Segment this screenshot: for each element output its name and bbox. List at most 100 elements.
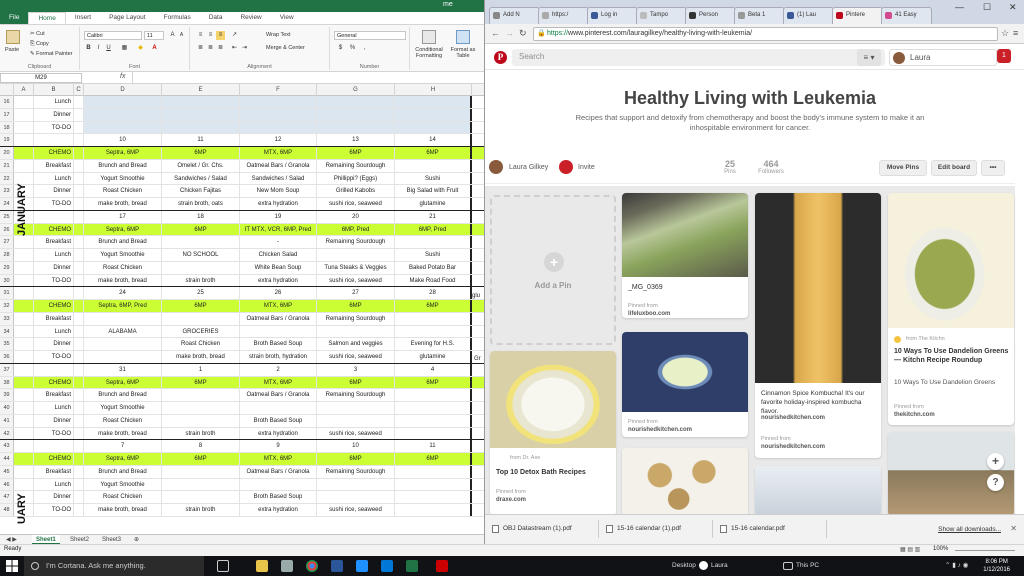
cell[interactable] — [74, 491, 84, 503]
browser-tab[interactable]: Log in — [587, 7, 638, 24]
cell[interactable]: 21 — [395, 210, 472, 223]
cell[interactable]: 6MP, Pred — [317, 223, 395, 236]
cell[interactable]: CHEMO — [34, 223, 74, 236]
cell[interactable]: sushi rice, seaweed — [317, 427, 395, 440]
cell[interactable]: sushi rice, seaweed — [317, 274, 395, 287]
invite-button[interactable]: Invite — [578, 164, 595, 171]
cell[interactable]: make broth, bread — [84, 198, 162, 210]
star-icon[interactable]: ☆ — [1001, 28, 1009, 39]
cell[interactable]: Chicken Salad — [240, 249, 317, 261]
orientation-icon[interactable]: ↗ — [230, 31, 239, 40]
cell[interactable] — [395, 312, 472, 325]
windows-start-icon[interactable] — [6, 560, 18, 572]
cell[interactable]: Dinner — [34, 491, 74, 503]
cell[interactable] — [14, 261, 34, 274]
cell[interactable]: 11 — [162, 134, 240, 146]
browser-tab[interactable]: Beta 1 — [734, 7, 785, 24]
owner-avatar[interactable] — [489, 160, 503, 174]
cell[interactable]: 10 — [317, 440, 395, 452]
cell[interactable]: 3 — [317, 363, 395, 376]
back-icon[interactable]: ← — [491, 28, 500, 38]
notification-badge[interactable]: 1 — [997, 49, 1011, 63]
cell[interactable]: 6MP, Pred — [395, 223, 472, 236]
word-icon[interactable] — [331, 560, 343, 572]
cell[interactable]: Sushi — [395, 172, 472, 185]
pin-card[interactable]: Pinned from nourishedkitchen.com — [622, 332, 748, 437]
row-number[interactable]: 35 — [0, 338, 14, 350]
cell[interactable] — [162, 96, 240, 108]
add-pin-card[interactable]: + Add a Pin — [490, 195, 616, 345]
cell[interactable] — [395, 491, 472, 503]
row-number[interactable]: 21 — [0, 159, 14, 172]
cell[interactable] — [74, 172, 84, 185]
cell[interactable]: Lunch — [34, 249, 74, 261]
cell[interactable]: 17 — [84, 210, 162, 223]
browser-tab[interactable]: Add N — [489, 7, 540, 24]
cell[interactable] — [395, 504, 472, 516]
row-number[interactable]: 42 — [0, 427, 14, 440]
cell[interactable] — [74, 414, 84, 427]
wrap-text-button[interactable]: Wrap Text — [266, 32, 291, 38]
cell[interactable]: 18 — [162, 210, 240, 223]
cell[interactable]: Oatmeal Bars / Granola — [240, 159, 317, 172]
cell[interactable] — [395, 389, 472, 401]
cell[interactable]: 9 — [240, 440, 317, 452]
cell[interactable] — [317, 491, 395, 503]
menu-button[interactable]: ≡ ▾ — [857, 49, 881, 66]
pin-card[interactable]: _MG_0369 Pinned from lifeluxboo.com — [622, 193, 748, 318]
cell[interactable]: 6MP — [162, 453, 240, 465]
cell[interactable]: 27 — [317, 287, 395, 299]
cell[interactable] — [34, 287, 74, 299]
cell[interactable]: MTX, 6MP — [240, 376, 317, 389]
system-tray-icons[interactable]: ⌃ ▮ ♪ ◉ — [945, 556, 968, 576]
pin-source[interactable]: thekitchn.com — [894, 412, 1010, 418]
store-icon[interactable] — [281, 560, 293, 572]
cell[interactable]: New Mom Soup — [240, 185, 317, 197]
row-number[interactable]: 24 — [0, 198, 14, 210]
cell[interactable] — [74, 453, 84, 465]
cell[interactable]: Dinner — [34, 185, 74, 197]
tab-data[interactable]: Data — [200, 12, 232, 24]
cell[interactable]: GROCERIES — [162, 325, 240, 338]
cell[interactable] — [240, 402, 317, 414]
clock[interactable]: 8:06 PM 1/12/2016 — [983, 558, 1010, 574]
paste-icon[interactable] — [6, 30, 20, 44]
pin-image[interactable] — [622, 448, 748, 516]
row-number[interactable]: 43 — [0, 440, 14, 452]
column-header[interactable]: F — [240, 84, 317, 96]
cell[interactable] — [74, 376, 84, 389]
cell[interactable]: Roast Chicken — [84, 185, 162, 197]
row-number[interactable]: 36 — [0, 351, 14, 363]
cell[interactable]: Brunch and Bread — [84, 465, 162, 478]
cell[interactable]: 25 — [162, 287, 240, 299]
minimize-icon[interactable]: — — [955, 2, 964, 12]
cell[interactable]: 31 — [84, 363, 162, 376]
copy-button[interactable]: ⎘ Copy — [30, 41, 49, 48]
cell[interactable]: Brunch and Bread — [84, 159, 162, 172]
edge-icon[interactable] — [356, 560, 368, 572]
cell[interactable]: 1 — [162, 363, 240, 376]
cell[interactable]: Septra, 6MP — [84, 376, 162, 389]
cell[interactable]: Sushi — [395, 249, 472, 261]
cell[interactable] — [34, 210, 74, 223]
browser-tab[interactable]: (1) Lau — [783, 7, 834, 24]
cell[interactable] — [74, 147, 84, 159]
cell[interactable]: 6MP — [162, 223, 240, 236]
pin-card[interactable] — [622, 448, 748, 516]
cell[interactable]: - — [240, 236, 317, 248]
cell[interactable] — [395, 427, 472, 440]
cell[interactable] — [74, 325, 84, 338]
cell[interactable]: sushi rice, seaweed — [317, 504, 395, 516]
cell[interactable]: Brunch and Bread — [84, 389, 162, 401]
cell[interactable]: 6MP — [395, 453, 472, 465]
cell[interactable] — [162, 236, 240, 248]
row-number[interactable]: 39 — [0, 389, 14, 401]
cell[interactable]: TO-DO — [34, 274, 74, 287]
browser-tab[interactable]: 41 Easy — [881, 7, 932, 24]
cell[interactable] — [14, 465, 34, 478]
merge-center-button[interactable]: Merge & Center — [266, 45, 305, 51]
cortana-search[interactable]: I'm Cortana. Ask me anything. — [24, 556, 204, 576]
cell[interactable]: Roast Chicken — [84, 414, 162, 427]
pin-author[interactable]: nourishedkitchen.com — [761, 415, 877, 421]
cell[interactable] — [317, 478, 395, 491]
